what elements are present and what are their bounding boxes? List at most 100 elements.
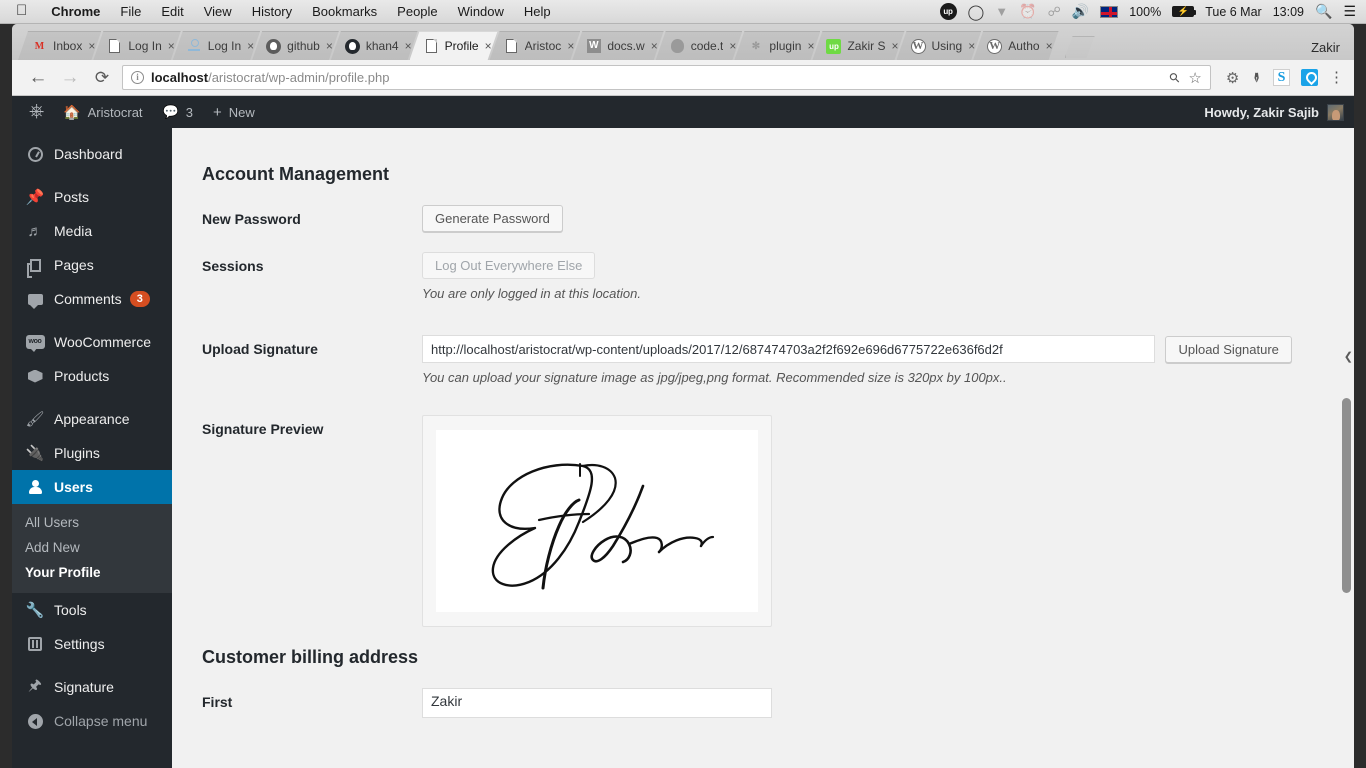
battery-icon[interactable]: ⚡ (1172, 6, 1194, 17)
reload-button[interactable]: ⟳ (86, 69, 118, 86)
back-button[interactable]: ← (22, 68, 54, 87)
bookmark-star-icon[interactable]: ☆ (1188, 69, 1201, 87)
menu-file[interactable]: File (110, 4, 151, 19)
sidebar-item-collapse-menu[interactable]: Collapse menu (12, 704, 172, 738)
address-bar[interactable]: i localhost /aristocrat/wp-admin/profile… (122, 65, 1211, 90)
browser-tab[interactable]: W Autho × (973, 31, 1058, 60)
sidebar-item-signature[interactable]: 🖈 Signature (12, 670, 172, 704)
browser-tab[interactable]: code.t × (656, 31, 743, 60)
site-name-link[interactable]: 🏠 Aristocrat (53, 96, 152, 128)
menu-help[interactable]: Help (514, 4, 561, 19)
menubar-clock[interactable]: 13:09 (1273, 5, 1304, 19)
comments-link[interactable]: 💬 3 (153, 96, 203, 128)
browser-tab[interactable]: W docs.w × (572, 31, 663, 60)
sidebar-item-all-users[interactable]: All Users (12, 510, 172, 535)
chrome-menu-icon[interactable]: ⋮ (1329, 70, 1344, 85)
upwork-status-icon[interactable]: up (940, 3, 957, 20)
spotlight-search-icon[interactable]: 🔍 (1315, 3, 1332, 20)
browser-tab[interactable]: khan4 × (331, 31, 418, 60)
close-icon[interactable]: × (1046, 40, 1053, 52)
sidebar-item-pages[interactable]: Pages (12, 248, 172, 282)
sidebar-item-users[interactable]: Users (12, 470, 172, 504)
browser-tab[interactable]: Log In × (173, 31, 260, 60)
chrome-profile-name[interactable]: Zakir (1311, 40, 1340, 55)
browser-tab[interactable]: Aristoc × (490, 31, 581, 60)
sidebar-item-dashboard[interactable]: Dashboard (12, 137, 172, 171)
sidebar-item-tools[interactable]: 🔧 Tools (12, 593, 172, 627)
browser-tab[interactable]: up Zakir S × (812, 31, 904, 60)
battery-percent-label: 100% (1129, 5, 1161, 19)
new-label: New (229, 105, 255, 120)
menu-people[interactable]: People (387, 4, 447, 19)
sidebar-item-label: WooCommerce (54, 334, 151, 350)
timemachine-status-icon[interactable]: ⏰ (1019, 3, 1036, 20)
s-extension-icon[interactable]: S (1273, 69, 1290, 86)
menu-window[interactable]: Window (448, 4, 514, 19)
close-icon[interactable]: × (651, 40, 658, 52)
close-icon[interactable]: × (326, 40, 333, 52)
upload-signature-label: Upload Signature (202, 335, 422, 385)
account-menu[interactable]: Howdy, Zakir Sajib (1204, 104, 1354, 121)
password-key-icon[interactable]: ⚲ (1166, 68, 1184, 86)
apple-logo-icon[interactable]:  (0, 3, 41, 18)
keyboard-flag-icon[interactable] (1100, 6, 1118, 18)
close-icon[interactable]: × (88, 40, 95, 52)
menu-bookmarks[interactable]: Bookmarks (302, 4, 387, 19)
extension-gear-icon[interactable]: ⚙ (1226, 69, 1239, 87)
browser-tab[interactable]: ✻ plugin × (734, 31, 820, 60)
bluetooth-status-icon[interactable]: ☍ (1048, 4, 1061, 20)
settings-sliders-icon (25, 637, 45, 651)
log-out-everywhere-button[interactable]: Log Out Everywhere Else (422, 252, 595, 279)
close-icon[interactable]: × (729, 40, 736, 52)
upload-signature-button[interactable]: Upload Signature (1165, 336, 1291, 363)
close-icon[interactable]: × (567, 40, 574, 52)
sidebar-item-products[interactable]: Products (12, 359, 172, 393)
sidebar-item-plugins[interactable]: 🔌 Plugins (12, 436, 172, 470)
notification-center-icon[interactable]: ☰ (1343, 3, 1356, 20)
close-icon[interactable]: × (968, 40, 975, 52)
menu-view[interactable]: View (194, 4, 242, 19)
sidebar-item-appearance[interactable]: 🖌 Appearance (12, 402, 172, 436)
location-pin-extension-icon[interactable] (1301, 69, 1318, 86)
browser-tab[interactable]: M Inbox × (18, 31, 101, 60)
browser-tab-active[interactable]: Profile × (410, 31, 498, 60)
browser-tab[interactable]: Log In × (93, 31, 180, 60)
close-icon[interactable]: × (485, 40, 492, 52)
sidebar-item-woocommerce[interactable]: woo WooCommerce (12, 325, 172, 359)
site-info-icon[interactable]: i (131, 71, 144, 84)
generate-password-button[interactable]: Generate Password (422, 205, 563, 232)
menu-chrome[interactable]: Chrome (41, 4, 110, 19)
browser-tab[interactable]: W Using × (897, 31, 982, 60)
sidebar-item-your-profile[interactable]: Your Profile (12, 560, 172, 585)
signature-preview-label: Signature Preview (202, 415, 422, 627)
new-tab-button[interactable] (1065, 36, 1095, 58)
wifi-status-icon[interactable]: ▼ (995, 4, 1008, 19)
new-content-link[interactable]: + New (203, 96, 265, 128)
page-scrollbar[interactable]: ❮ (1339, 128, 1354, 768)
sidebar-item-comments[interactable]: Comments 3 (12, 282, 172, 316)
menu-history[interactable]: History (242, 4, 302, 19)
github-icon (345, 39, 360, 54)
volume-status-icon[interactable]: 🔊 (1072, 3, 1089, 20)
billing-first-name-input[interactable]: Zakir (422, 688, 772, 718)
dots-icon: ✻ (748, 39, 763, 54)
close-icon[interactable]: × (168, 40, 175, 52)
close-icon[interactable]: × (891, 40, 898, 52)
close-icon[interactable]: × (807, 40, 814, 52)
sidebar-item-posts[interactable]: 📌 Posts (12, 180, 172, 214)
sidebar-item-settings[interactable]: Settings (12, 627, 172, 661)
menu-edit[interactable]: Edit (151, 4, 193, 19)
forward-button[interactable]: → (54, 68, 86, 87)
page-scrollbar-thumb[interactable] (1342, 398, 1351, 593)
wordpress-logo-icon[interactable]: ⎈ (20, 96, 53, 128)
siri-status-icon[interactable]: ◯ (968, 3, 985, 21)
browser-tab[interactable]: github × (252, 31, 339, 60)
sidebar-item-media[interactable]: ♬ Media (12, 214, 172, 248)
tab-label: plugin (769, 39, 801, 53)
signature-url-input[interactable]: http://localhost/aristocrat/wp-content/u… (422, 335, 1155, 363)
close-icon[interactable]: × (405, 40, 412, 52)
tab-label: docs.w (607, 39, 644, 53)
sidebar-item-add-new-user[interactable]: Add New (12, 535, 172, 560)
colorpicker-icon[interactable]: ✒ (1248, 72, 1265, 84)
close-icon[interactable]: × (247, 40, 254, 52)
